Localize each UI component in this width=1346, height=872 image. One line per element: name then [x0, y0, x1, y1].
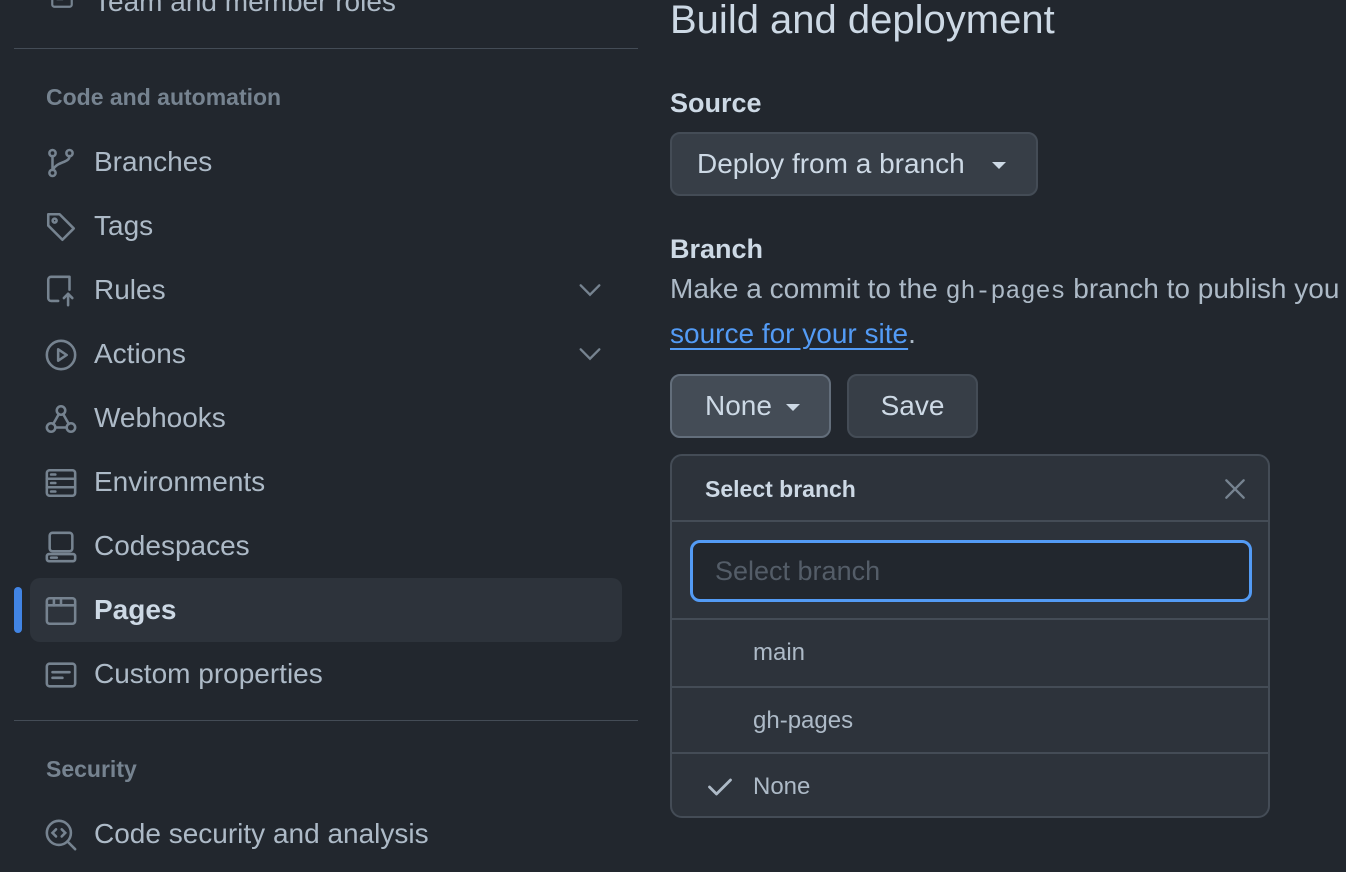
- sidebar-item-label: Branches: [94, 146, 213, 177]
- caret-down-icon: [992, 162, 1007, 170]
- menu-option-gh-pages[interactable]: gh-pages: [672, 686, 1268, 752]
- chevron-down-icon[interactable]: [576, 276, 604, 304]
- sidebar-item-codespaces[interactable]: Codespaces: [30, 514, 622, 578]
- save-button[interactable]: Save: [847, 374, 978, 438]
- sidebar-item-environments[interactable]: Environments: [30, 450, 622, 514]
- sidebar-item-label: Rules: [94, 274, 166, 305]
- play-icon: [44, 338, 78, 372]
- section-heading-security: Security: [46, 756, 137, 782]
- save-button-label: Save: [880, 390, 945, 421]
- caret-down-icon: [785, 404, 800, 412]
- sidebar-item-label: Pages: [94, 594, 177, 625]
- sidebar-item-label: Webhooks: [94, 402, 226, 433]
- menu-option-main[interactable]: main: [672, 620, 1268, 686]
- sidebar-item-team-roles[interactable]: Team and member roles: [30, 0, 622, 24]
- menu-header: Select branch: [672, 456, 1268, 522]
- browser-icon: [44, 594, 78, 628]
- source-site-link[interactable]: source for your site: [670, 318, 908, 349]
- sidebar-divider: [14, 720, 638, 721]
- tag-icon: [44, 210, 78, 244]
- desc-text: Make a commit to the: [670, 273, 946, 304]
- source-label: Source: [670, 88, 762, 118]
- server-icon: [44, 466, 78, 500]
- sidebar-item-branches[interactable]: Branches: [30, 130, 622, 194]
- sidebar-item-tags[interactable]: Tags: [30, 194, 622, 258]
- note-icon: [44, 658, 78, 692]
- selected-indicator: [14, 587, 22, 633]
- chevron-down-icon[interactable]: [576, 340, 604, 368]
- sidebar-item-actions[interactable]: Actions: [30, 322, 622, 386]
- page-heading: Build and deployment: [670, 0, 1055, 42]
- desc-text: branch to publish you: [1065, 273, 1340, 304]
- codespaces-icon: [44, 530, 78, 564]
- desc-text: .: [908, 318, 916, 349]
- menu-option-none[interactable]: None: [672, 752, 1268, 816]
- sidebar-item-code-security[interactable]: Code security and analysis: [30, 802, 622, 866]
- sidebar-divider: [14, 48, 638, 49]
- codescan-icon: [44, 818, 78, 852]
- close-icon[interactable]: [1222, 476, 1248, 502]
- repo-push-icon: [44, 274, 78, 308]
- section-heading-code-automation: Code and automation: [46, 84, 282, 110]
- branch-select-value: None: [705, 390, 772, 421]
- menu-title: Select branch: [705, 476, 856, 502]
- git-branch-icon: [44, 146, 78, 180]
- sidebar-item-label: Team and member roles: [94, 0, 396, 17]
- check-icon: [706, 773, 734, 801]
- sidebar-item-pages[interactable]: Pages: [30, 578, 622, 642]
- sidebar-item-label: Custom properties: [94, 658, 323, 689]
- menu-option-label: main: [753, 639, 806, 666]
- select-branch-menu: Select branch main gh-pages None: [670, 454, 1270, 818]
- sidebar-item-label: Actions: [94, 338, 186, 369]
- menu-option-label: gh-pages: [753, 707, 854, 734]
- sidebar-item-label: Codespaces: [94, 530, 250, 561]
- branch-description: Make a commit to the gh-pages branch to …: [670, 268, 1339, 355]
- branch-code: gh-pages: [945, 277, 1066, 306]
- sidebar-item-rules[interactable]: Rules: [30, 258, 622, 322]
- sidebar-item-label: Environments: [94, 466, 266, 497]
- branch-select-button[interactable]: None: [670, 374, 831, 438]
- source-dropdown-value: Deploy from a branch: [697, 148, 965, 179]
- sidebar-item-custom-properties[interactable]: Custom properties: [30, 642, 622, 706]
- branch-label: Branch: [670, 234, 764, 264]
- people-icon: [46, 0, 78, 10]
- source-dropdown[interactable]: Deploy from a branch: [670, 132, 1038, 196]
- filter-wrapper: [672, 522, 1268, 620]
- sidebar-item-label: Tags: [94, 210, 154, 241]
- sidebar-item-webhooks[interactable]: Webhooks: [30, 386, 622, 450]
- sidebar-item-label: Code security and analysis: [94, 818, 429, 849]
- branch-filter-input[interactable]: [690, 540, 1252, 602]
- menu-option-label: None: [753, 773, 811, 800]
- webhook-icon: [44, 402, 78, 436]
